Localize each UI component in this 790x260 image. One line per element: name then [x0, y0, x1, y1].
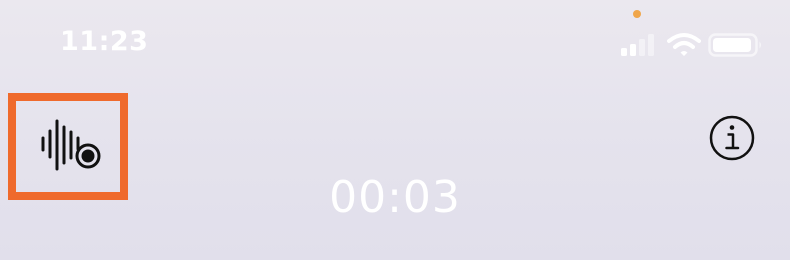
- cellular-signal-icon: [621, 34, 654, 56]
- wifi-icon: [667, 33, 701, 56]
- info-icon[interactable]: [708, 114, 756, 162]
- waveform-record-icon[interactable]: [40, 118, 102, 174]
- battery-icon: [708, 33, 761, 57]
- status-bar: 11:23: [0, 0, 790, 80]
- privacy-indicator-dot: [633, 10, 641, 18]
- recording-elapsed-time: 00:03: [329, 172, 461, 223]
- status-time: 11:23: [60, 26, 149, 57]
